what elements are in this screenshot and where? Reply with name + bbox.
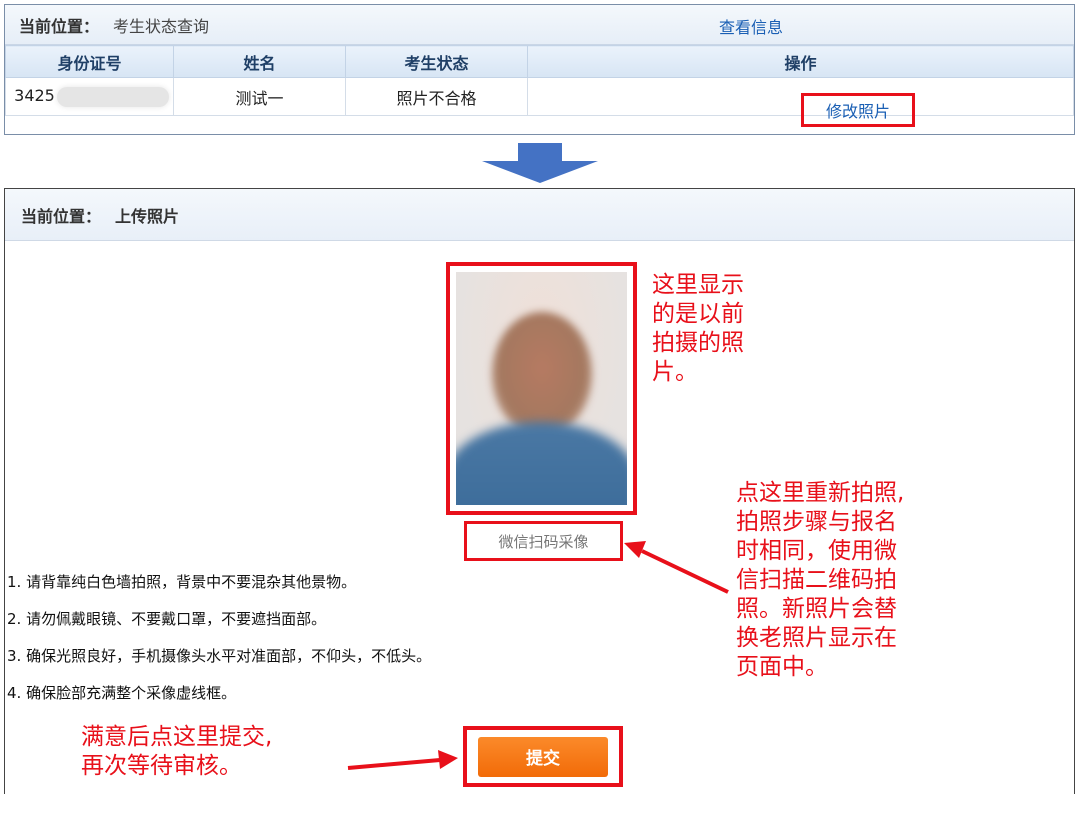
previous-photo <box>456 272 627 505</box>
id-number-cell: 3425 <box>5 77 174 116</box>
annotation-line: 页面中。 <box>736 654 828 680</box>
breadcrumb-value: 上传照片 <box>115 206 180 226</box>
photo-rules-list: 1. 请背靠纯白色墙拍照，背景中不要混杂其他景物。 2. 请勿佩戴眼镜、不要戴口… <box>7 569 431 717</box>
breadcrumb: 当前位置： 考生状态查询 <box>5 5 1074 45</box>
column-header-actions: 操作 <box>527 45 1074 78</box>
annotation-line: 点这里重新拍照, <box>736 480 905 506</box>
annotation-line: 时相同，使用微 <box>736 538 897 564</box>
annotation-line: 信扫描二维码拍 <box>736 567 897 593</box>
wechat-scan-capture-link[interactable]: 微信扫码采像 <box>498 531 588 552</box>
scan-highlight: 微信扫码采像 <box>464 521 623 561</box>
status-cell: 照片不合格 <box>345 77 528 116</box>
annotation-line: 的是以前 <box>652 301 744 327</box>
id-number-prefix: 3425 <box>14 86 55 106</box>
submit-button[interactable]: 提交 <box>478 736 608 777</box>
view-info-link[interactable]: 查看信息 <box>719 14 783 38</box>
annotation-previous-photo: 这里显示 的是以前 拍摄的照 片。 <box>652 271 792 387</box>
edit-photo-highlight: 修改照片 <box>801 93 915 127</box>
breadcrumb-upload: 当前位置： 上传照片 <box>5 189 1074 241</box>
annotation-line: 拍照步骤与报名 <box>736 509 897 535</box>
column-header-status: 考生状态 <box>345 45 528 78</box>
annotation-line: 这里显示 <box>652 272 744 298</box>
breadcrumb-label: 当前位置： <box>19 16 100 36</box>
upload-photo-panel: 当前位置： 上传照片 这里显示 的是以前 拍摄的照 片。 微信扫码采像 点这里重… <box>4 188 1075 794</box>
submit-highlight: 提交 <box>463 726 623 787</box>
edit-photo-link[interactable]: 修改照片 <box>826 98 890 122</box>
annotation-rescan: 点这里重新拍照, 拍照步骤与报名 时相同，使用微 信扫描二维码拍 照。新照片会替… <box>736 479 976 682</box>
status-query-panel: 当前位置： 考生状态查询 身份证号 姓名 考生状态 操作 3425 测试一 照片… <box>4 4 1075 135</box>
flow-down-arrow-icon <box>482 143 598 183</box>
annotation-line: 照。新照片会替 <box>736 596 897 622</box>
breadcrumb-label: 当前位置： <box>21 206 102 226</box>
annotation-line: 换老照片显示在 <box>736 625 897 651</box>
annotation-line: 拍摄的照 <box>652 330 744 356</box>
name-cell: 测试一 <box>173 77 346 116</box>
rule-item: 3. 确保光照良好，手机摄像头水平对准面部，不仰头，不低头。 <box>7 647 432 665</box>
annotation-line: 满意后点这里提交, <box>81 724 273 750</box>
table-header-row: 身份证号 姓名 考生状态 操作 <box>5 45 1074 78</box>
annotation-submit: 满意后点这里提交, 再次等待审核。 <box>81 723 351 781</box>
annotation-line: 片。 <box>652 359 698 385</box>
rule-item: 2. 请勿佩戴眼镜、不要戴口罩，不要遮挡面部。 <box>7 610 327 628</box>
id-number-redacted <box>56 86 169 107</box>
rule-item: 1. 请背靠纯白色墙拍照，背景中不要混杂其他景物。 <box>7 573 357 591</box>
breadcrumb-value: 考生状态查询 <box>113 16 210 36</box>
rule-item: 4. 确保脸部充满整个采像虚线框。 <box>7 684 237 702</box>
previous-photo-highlight <box>446 262 637 515</box>
annotation-line: 再次等待审核。 <box>81 753 242 779</box>
column-header-name: 姓名 <box>173 45 346 78</box>
column-header-id: 身份证号 <box>5 45 174 78</box>
